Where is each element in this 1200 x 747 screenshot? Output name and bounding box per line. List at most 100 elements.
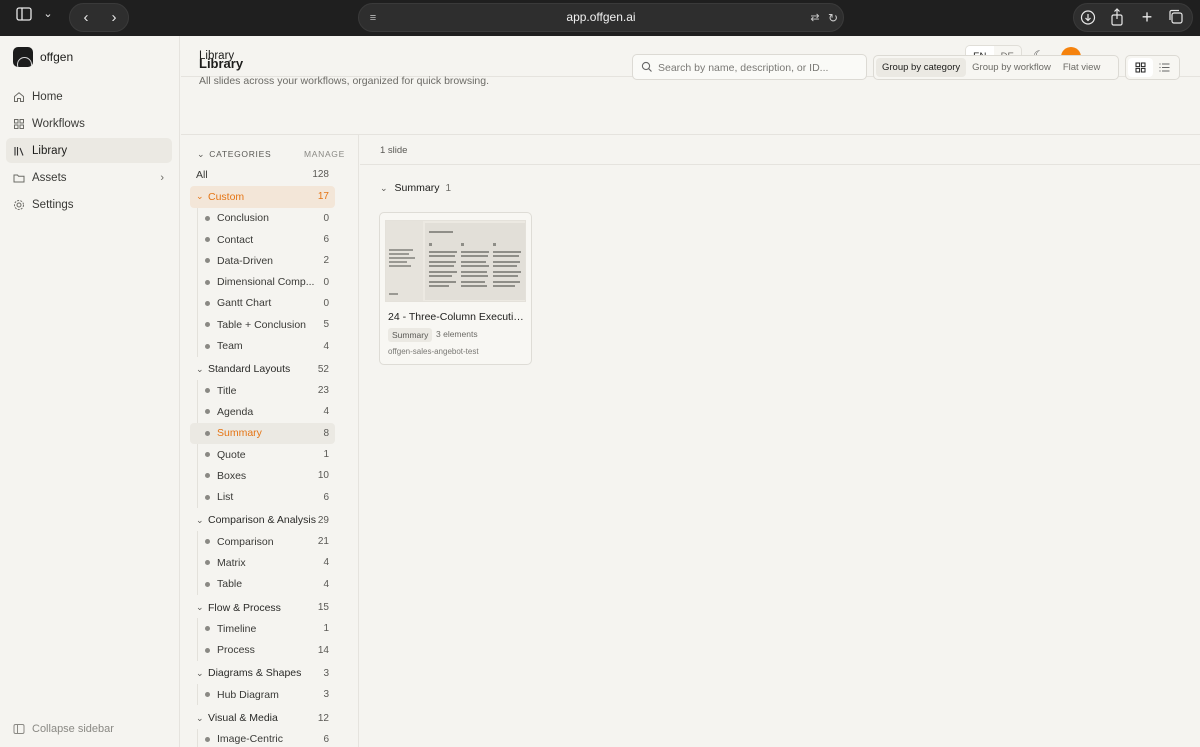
category-all[interactable]: All 128 [190,164,335,185]
category-item[interactable]: Data-Driven 2 [190,250,335,271]
category-item[interactable]: Quote 1 [190,444,335,465]
search-field[interactable] [632,54,867,80]
category-item-label: Conclusion [217,212,269,225]
slide-count: 1 slide [380,145,408,156]
bullet-dot [205,322,210,328]
nav-item-settings[interactable]: Settings [6,192,172,217]
category-item[interactable]: Matrix 4 [190,552,335,573]
chevron-down-icon: ⌄ [196,514,204,525]
new-tab-icon[interactable]: + [1135,3,1159,32]
category-item-label: List [217,491,234,504]
category-item[interactable]: Hub Diagram 3 [190,684,335,705]
nav-buttons: ‹ › [69,3,129,32]
forward-icon[interactable]: › [102,3,126,32]
category-count: 23 [317,385,329,397]
category-group[interactable]: ⌄ Standard Layouts 52 [190,359,335,380]
categories-header[interactable]: ⌄ CATEGORIES MANAGE [197,149,345,161]
category-count: 5 [323,319,329,331]
category-label: All [196,168,208,181]
category-item[interactable]: Gantt Chart 0 [190,293,335,314]
category-item[interactable]: Summary 8 [190,422,335,444]
bullet-dot [205,343,210,349]
category-count: 14 [317,644,329,656]
chevron-down-icon: ⌄ [380,182,388,193]
nav-item-assets[interactable]: Assets › [6,165,172,190]
app-window: offgen Home Workflows Library Assets › S… [0,36,1200,747]
slide-card[interactable]: 24 - Three-Column Executive Summary Summ… [379,212,532,365]
category-item[interactable]: Title 23 [190,380,335,401]
reload-icon[interactable]: ↻ [821,4,845,33]
bullet-dot [205,452,210,457]
category-children: Timeline 1 Process 14 [190,618,335,661]
category-count: 3 [323,667,329,679]
chevron-down-icon: ⌄ [196,712,204,723]
nav-item-workflows[interactable]: Workflows [6,111,172,136]
brand[interactable]: offgen [13,47,73,67]
category-count: 3 [323,689,329,701]
collapse-label: Collapse sidebar [32,723,114,735]
category-item[interactable]: Comparison 21 [190,531,335,552]
search-input[interactable] [658,59,858,76]
category-group[interactable]: ⌄ Comparison & Analysis 29 [190,510,335,531]
category-item[interactable]: Image-Centric 6 [190,729,335,747]
collapse-sidebar-button[interactable]: Collapse sidebar [13,723,114,735]
category-group-label: Diagrams & Shapes [208,667,302,680]
category-item[interactable]: Boxes 10 [190,465,335,486]
category-item[interactable]: Process 14 [190,640,335,661]
category-count: 6 [323,733,329,745]
sidebar-toggle-icon[interactable] [12,0,36,39]
grid-view-icon[interactable] [1128,58,1153,77]
section-header-summary[interactable]: ⌄ Summary 1 [380,182,451,194]
category-item[interactable]: Contact 6 [190,229,335,250]
category-item[interactable]: Table 4 [190,574,335,595]
categories-panel: ⌄ CATEGORIES MANAGE All 128 ⌄ Custom 17 Conc… [181,135,359,747]
group-by-workflow-button[interactable]: Group by workflow [966,58,1057,77]
nav-item-library[interactable]: Library [6,138,172,163]
category-item[interactable]: Timeline 1 [190,618,335,639]
flat-view-button[interactable]: Flat view [1057,58,1106,77]
slide-title: 24 - Three-Column Executive Summary [388,311,524,323]
category-item[interactable]: Dimensional Comp... 0 [190,271,335,292]
list-view-icon[interactable] [1153,58,1178,77]
category-item-label: Contact [217,233,254,246]
category-count: 4 [323,340,329,352]
slide-thumbnail [385,220,526,302]
category-count: 6 [323,234,329,246]
category-group-label: Comparison & Analysis [208,514,316,527]
category-children: Title 23 Agenda 4 Summary 8 Quote 1 Boxes 10 List 6 [190,379,335,508]
chevron-down-icon[interactable]: ⌄ [36,0,60,29]
category-group[interactable]: ⌄ Diagrams & Shapes 3 [190,663,335,684]
manage-categories-button[interactable]: MANAGE [304,149,345,159]
address-bar[interactable]: ≡ app.offgen.ai ⇄ ↻ [358,3,844,32]
category-item[interactable]: List 6 [190,486,335,507]
category-item-label: Summary [217,427,262,440]
group-by-category-button[interactable]: Group by category [876,58,967,77]
category-count: 17 [317,191,329,203]
category-group[interactable]: ⌄ Visual & Media 12 [190,707,335,728]
category-tree: All 128 ⌄ Custom 17 Conclusion 0 Contact 6 Data… [190,164,335,747]
search-icon [641,61,653,73]
category-count: 2 [323,255,329,267]
category-item-label: Gantt Chart [217,297,272,310]
category-item-label: Team [217,340,243,353]
category-item-label: Table + Conclusion [217,318,307,331]
category-count: 8 [323,427,329,439]
chevron-down-icon: ⌄ [196,363,204,374]
category-children: Image-Centric 6 [190,728,335,747]
folder-icon [13,172,25,184]
main-nav: Home Workflows Library Assets › Settings [6,84,172,219]
category-item-label: Process [217,644,255,657]
bullet-dot [205,626,210,632]
category-group[interactable]: ⌄ Custom 17 [190,186,335,208]
category-item[interactable]: Team 4 [190,335,335,356]
category-item[interactable]: Conclusion 0 [190,208,335,229]
nav-label-home: Home [32,90,63,103]
category-group[interactable]: ⌄ Flow & Process 15 [190,597,335,618]
category-item[interactable]: Agenda 4 [190,401,335,422]
category-group-label: Standard Layouts [208,363,291,376]
category-item[interactable]: Table + Conclusion 5 [190,314,335,335]
category-count: 1 [323,623,329,635]
nav-item-home[interactable]: Home [6,84,172,109]
bullet-dot [205,560,210,566]
back-icon[interactable]: ‹ [74,3,98,32]
